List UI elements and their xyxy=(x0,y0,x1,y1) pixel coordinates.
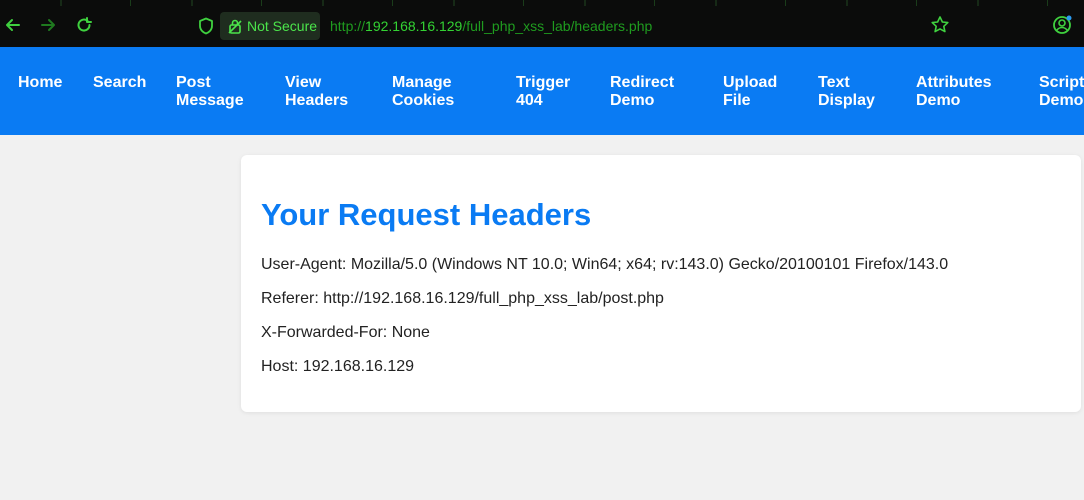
page-title: Your Request Headers xyxy=(261,197,592,232)
nav-post-message[interactable]: Post Message xyxy=(176,74,244,110)
reload-button[interactable] xyxy=(73,14,95,36)
headers-card: Your Request Headers User-Agent: Mozilla… xyxy=(241,155,1081,412)
back-button[interactable] xyxy=(2,14,24,36)
url-scheme: http:// xyxy=(330,18,366,34)
nav-manage-cookies[interactable]: Manage Cookies xyxy=(392,74,454,110)
nav-redirect-demo[interactable]: Redirect Demo xyxy=(610,74,674,110)
header-user-agent: User-Agent: Mozilla/5.0 (Windows NT 10.0… xyxy=(261,256,949,273)
lock-slash-icon xyxy=(228,19,242,34)
account-icon xyxy=(1053,15,1072,34)
nav-view-headers[interactable]: View Headers xyxy=(285,74,348,110)
nav-search[interactable]: Search xyxy=(93,74,146,92)
tracking-protection-button[interactable] xyxy=(195,15,217,37)
header-host: Host: 192.168.16.129 xyxy=(261,358,415,375)
account-button[interactable] xyxy=(1051,14,1073,36)
site-nav: Home Search Post Message View Headers Ma… xyxy=(0,47,1084,135)
url-text[interactable]: http://192.168.16.129/full_php_xss_lab/h… xyxy=(330,18,652,34)
site-security-info[interactable]: Not Secure xyxy=(220,12,320,40)
header-x-forwarded-for: X-Forwarded-For: None xyxy=(261,324,430,341)
url-path: /full_php_xss_lab/headers.php xyxy=(462,18,653,34)
reload-icon xyxy=(77,17,92,32)
nav-upload-file[interactable]: Upload File xyxy=(723,74,777,110)
shield-icon xyxy=(199,17,213,35)
browser-toolbar: Not Secure http://192.168.16.129/full_ph… xyxy=(0,0,1084,48)
nav-trigger-404[interactable]: Trigger 404 xyxy=(516,74,570,110)
bookmark-star-icon xyxy=(931,16,949,33)
not-secure-label: Not Secure xyxy=(247,18,318,34)
forward-arrow-icon xyxy=(41,19,55,31)
nav-attributes-demo[interactable]: Attributes Demo xyxy=(916,74,992,110)
back-arrow-icon xyxy=(6,19,20,31)
tab-strip-remnant xyxy=(0,0,1084,6)
header-referer: Referer: http://192.168.16.129/full_php_… xyxy=(261,290,664,307)
nav-text-display[interactable]: Text Display xyxy=(818,74,875,110)
url-host: 192.168.16.129 xyxy=(365,18,463,34)
forward-button[interactable] xyxy=(37,14,59,36)
bookmark-button[interactable] xyxy=(929,14,951,36)
address-bar[interactable]: Not Secure http://192.168.16.129/full_ph… xyxy=(196,12,916,40)
nav-script-demo[interactable]: Script Demo xyxy=(1039,74,1084,110)
nav-home[interactable]: Home xyxy=(18,74,62,92)
